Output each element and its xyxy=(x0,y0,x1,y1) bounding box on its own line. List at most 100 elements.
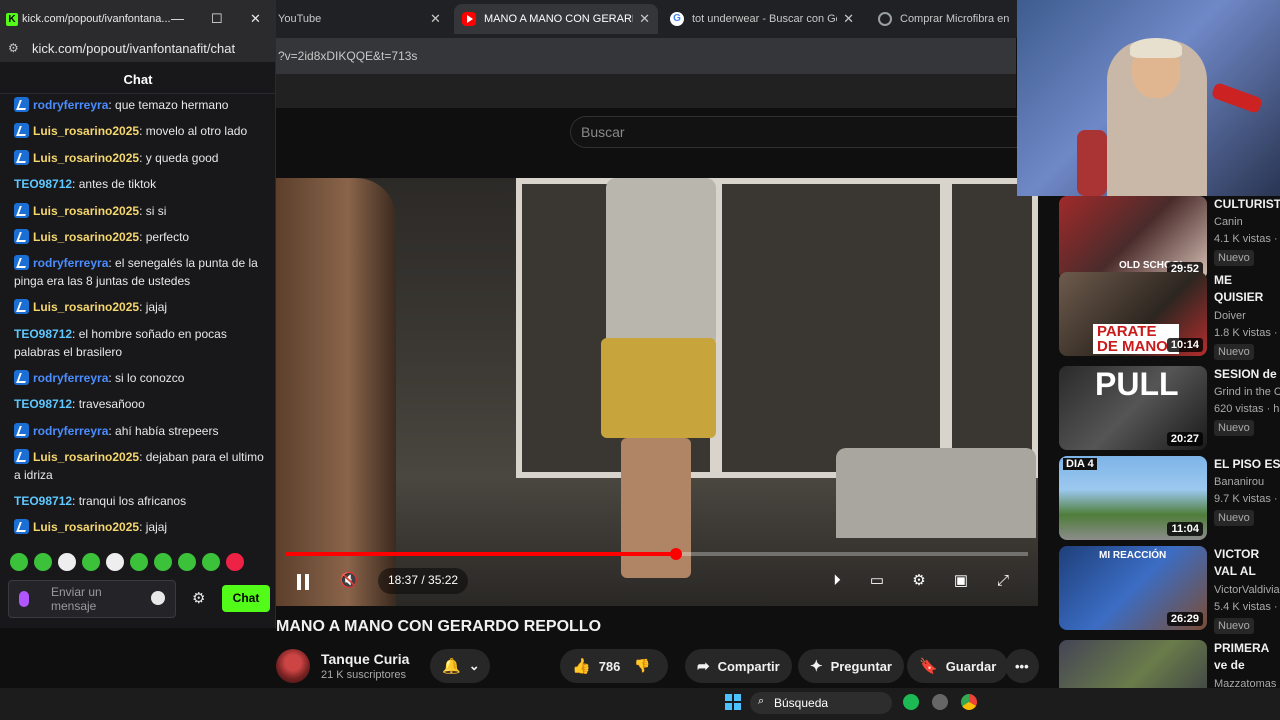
emote-icon[interactable] xyxy=(202,553,220,571)
emoji-icon[interactable] xyxy=(151,591,165,605)
chat-text: : tranqui los africanos xyxy=(72,494,187,508)
like-button[interactable]: 👍 786 👎 xyxy=(560,649,668,683)
thumbs-down-icon[interactable]: 👎 xyxy=(634,658,650,674)
more-actions-button[interactable]: ••• xyxy=(1005,649,1039,683)
ask-button[interactable]: ✦ Preguntar xyxy=(798,649,904,683)
windows-start-icon[interactable] xyxy=(725,694,741,710)
search-input[interactable]: Buscar xyxy=(570,116,1020,148)
chat-username[interactable]: Luis_rosarino2025 xyxy=(33,230,139,244)
recommendation-item[interactable]: DIA 4 11:04 EL PISO ES I Bananirou 9.7 K… xyxy=(1059,456,1280,540)
emote-icon[interactable] xyxy=(154,553,172,571)
notifications-button[interactable]: 🔔 ⌄ xyxy=(430,649,490,683)
thumbnail[interactable]: PULL 20:27 xyxy=(1059,366,1207,450)
chat-username[interactable]: Luis_rosarino2025 xyxy=(33,450,139,464)
video-title[interactable]: VICTOR VAL AL PRIME D xyxy=(1214,546,1280,580)
video-player[interactable]: 🔇 18:37 / 35:22 ⏵ ▭ ⚙ ▣ ⤢ xyxy=(276,178,1038,606)
youtube-icon xyxy=(462,12,476,26)
chat-username[interactable]: rodryferreyra xyxy=(33,371,108,385)
chat-username[interactable]: TEO98712 xyxy=(14,494,72,508)
tab-google[interactable]: G tot underwear - Buscar con Googl ✕ xyxy=(662,4,862,34)
chat-username[interactable]: Luis_rosarino2025 xyxy=(33,151,139,165)
emote-icon[interactable] xyxy=(178,553,196,571)
tab-video[interactable]: MANO A MANO CON GERARDO R ✕ xyxy=(454,4,658,34)
pause-button[interactable] xyxy=(296,574,310,590)
emote-icon[interactable] xyxy=(106,553,124,571)
shelf xyxy=(716,178,946,478)
video-title[interactable]: CULTURISTA xyxy=(1214,196,1280,213)
emote-icon[interactable] xyxy=(130,553,148,571)
recommendation-item[interactable]: PULL 20:27 SESION de S Grind in the Ca 6… xyxy=(1059,366,1280,450)
recommendation-item[interactable]: MI REACCIÓN 26:29 VICTOR VAL AL PRIME D … xyxy=(1059,546,1280,634)
video-title[interactable]: SESION de S xyxy=(1214,366,1280,383)
tab-tot[interactable]: Comprar Microfibra en TOT xyxy=(870,4,1020,34)
emote-icon[interactable] xyxy=(34,553,52,571)
address-bar[interactable]: ?v=2id8xDIKQQE&t=713s xyxy=(276,38,1016,74)
progress-bar[interactable] xyxy=(286,548,1028,560)
thumbnail[interactable] xyxy=(1059,640,1207,688)
tab-youtube[interactable]: YouTube ✕ xyxy=(270,4,450,34)
chrome-icon[interactable] xyxy=(961,694,977,710)
site-info-icon[interactable]: ⚙ xyxy=(8,41,19,55)
maximize-icon[interactable]: ☐ xyxy=(211,11,223,27)
emote-icon[interactable] xyxy=(226,553,244,571)
chat-username[interactable]: rodryferreyra xyxy=(33,98,108,112)
fullscreen-icon[interactable]: ⤢ xyxy=(990,568,1016,594)
new-badge: Nuevo xyxy=(1214,344,1254,360)
chat-message: Luis_rosarino2025: y queda good xyxy=(14,149,264,167)
thumbnail[interactable]: PARATE DE MANO 10:14 xyxy=(1059,272,1207,356)
minimize-icon[interactable]: — xyxy=(171,11,184,26)
close-icon[interactable]: ✕ xyxy=(250,11,261,27)
chat-username[interactable]: rodryferreyra xyxy=(33,424,108,438)
avatar[interactable] xyxy=(276,649,310,683)
recommendation-item[interactable]: PRIMERA ve de terror co Mazzatomas xyxy=(1059,640,1280,688)
chat-messages[interactable]: rodryferreyra: que temazo hermano Luis_ro… xyxy=(0,96,270,546)
settings-icon[interactable]: ⚙ xyxy=(906,568,932,594)
verified-badge-icon xyxy=(14,123,29,139)
gear-icon[interactable]: ⚙ xyxy=(192,589,205,607)
time-display: 18:37 / 35:22 xyxy=(378,568,469,594)
video-title[interactable]: ME QUISIER DEL PLATA E xyxy=(1214,272,1280,306)
app-icon[interactable] xyxy=(932,694,948,710)
chat-username[interactable]: Luis_rosarino2025 xyxy=(33,124,139,138)
chat-username[interactable]: TEO98712 xyxy=(14,397,72,411)
channel-name[interactable]: Tanque Curia xyxy=(321,651,409,667)
recommendation-item[interactable]: PARATE DE MANO 10:14 ME QUISIER DEL PLAT… xyxy=(1059,272,1280,360)
share-button[interactable]: ➦ Compartir xyxy=(685,649,792,683)
chat-text: : que temazo hermano xyxy=(108,98,229,112)
chat-username[interactable]: TEO98712 xyxy=(14,327,72,341)
verified-badge-icon xyxy=(14,299,29,315)
emote-icon[interactable] xyxy=(82,553,100,571)
subtitles-icon[interactable]: ▭ xyxy=(864,568,890,594)
theater-mode-icon[interactable]: ▣ xyxy=(948,568,974,594)
channel-name: VictorValdivia xyxy=(1214,584,1280,596)
chat-username[interactable]: Luis_rosarino2025 xyxy=(33,520,139,534)
spotify-icon[interactable] xyxy=(903,694,919,710)
thumbnail[interactable]: DIA 4 11:04 xyxy=(1059,456,1207,540)
send-chat-button[interactable]: Chat xyxy=(222,585,270,612)
streamer xyxy=(1130,38,1182,58)
emote-icon[interactable] xyxy=(58,553,76,571)
view-count: 4.1 K vistas · ha xyxy=(1214,233,1280,245)
popout-address-bar[interactable]: ⚙ kick.com/popout/ivanfontanafit/chat xyxy=(0,38,276,62)
subscriber-count: 21 K suscriptores xyxy=(321,669,406,681)
chat-username[interactable]: Luis_rosarino2025 xyxy=(33,204,139,218)
microphone-icon[interactable] xyxy=(19,591,29,607)
chat-message-input[interactable]: Enviar un mensaje xyxy=(8,580,176,618)
close-icon[interactable]: ✕ xyxy=(843,11,854,27)
emote-icon[interactable] xyxy=(10,553,28,571)
taskbar-search[interactable]: Búsqueda xyxy=(750,692,892,714)
chat-username[interactable]: TEO98712 xyxy=(14,177,72,191)
close-icon[interactable]: ✕ xyxy=(430,11,441,27)
mute-icon[interactable]: 🔇 xyxy=(336,568,362,594)
close-icon[interactable]: ✕ xyxy=(639,11,650,27)
save-button[interactable]: 🔖 Guardar xyxy=(907,649,1009,683)
chat-username[interactable]: rodryferreyra xyxy=(33,256,108,270)
video-title[interactable]: EL PISO ES I xyxy=(1214,456,1280,473)
video-title[interactable]: PRIMERA ve de terror co xyxy=(1214,640,1280,674)
recommendation-item[interactable]: OLD SCHOOL 29:52 CULTURISTA Canin 4.1 K … xyxy=(1059,196,1280,280)
thumbnail[interactable]: OLD SCHOOL 29:52 xyxy=(1059,196,1207,280)
chat-username[interactable]: Luis_rosarino2025 xyxy=(33,300,139,314)
thumbnail-text: MI REACCIÓN xyxy=(1099,550,1167,561)
autoplay-toggle[interactable]: ⏵ xyxy=(824,568,850,594)
thumbnail[interactable]: MI REACCIÓN 26:29 xyxy=(1059,546,1207,630)
